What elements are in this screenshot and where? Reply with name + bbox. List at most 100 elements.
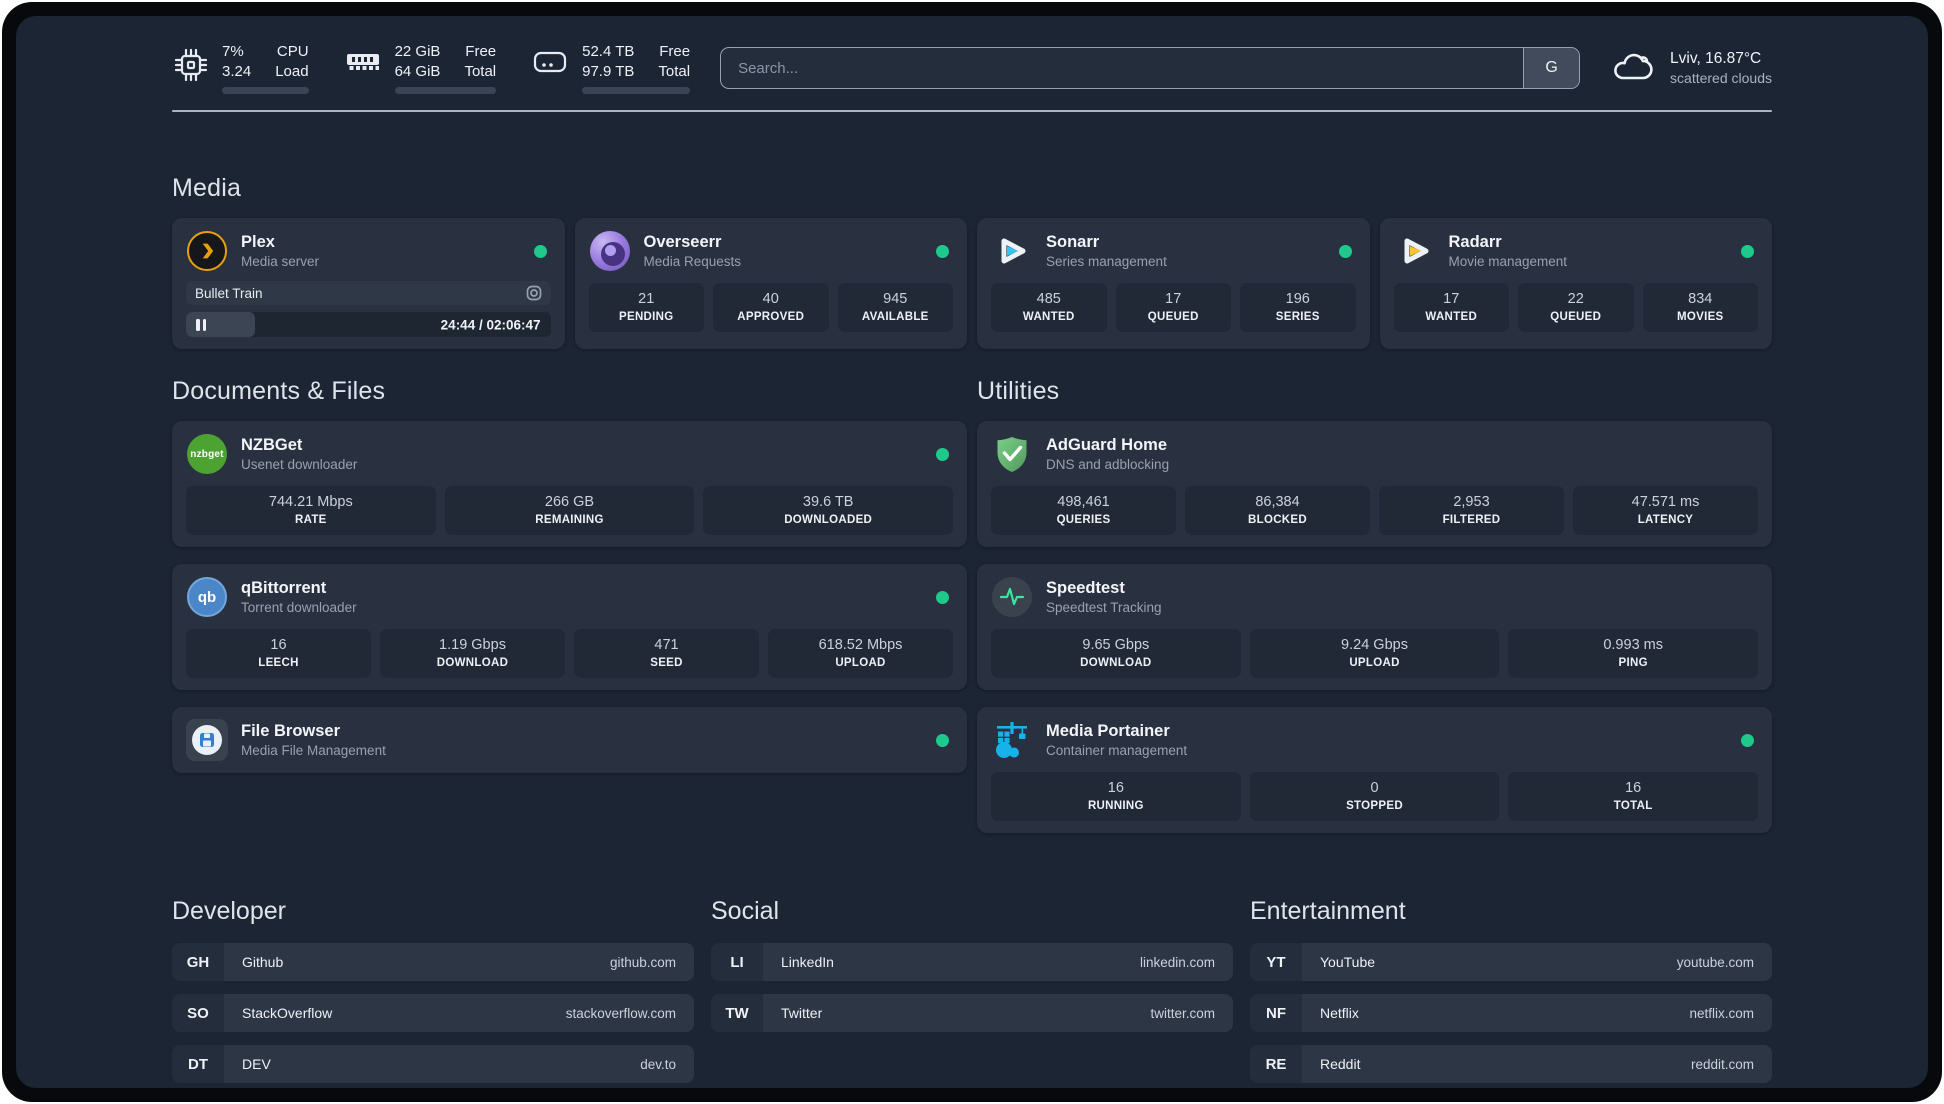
cloud-icon <box>1614 53 1653 80</box>
now-playing-title: Bullet Train <box>195 285 263 301</box>
status-online-dot <box>533 245 547 258</box>
service-title: NZBGet <box>241 436 303 454</box>
service-card-portainer[interactable]: Media Portainer Container management 16 R… <box>977 707 1772 833</box>
bookmark-name: Github <box>242 954 284 970</box>
stat-box: 945 AVAILABLE <box>837 283 953 332</box>
speedtest-icon <box>992 577 1032 617</box>
overseerr-icon <box>589 231 630 271</box>
service-title: Plex <box>241 233 275 251</box>
stat-box: 40 APPROVED <box>713 283 829 332</box>
service-subtitle: Media Requests <box>643 254 742 269</box>
bookmark-abbr: YT <box>1250 943 1302 981</box>
section-heading-utilities: Utilities <box>977 377 1060 405</box>
service-card-qbittorrent[interactable]: qb qBittorrent Torrent downloader 16 LEEC… <box>172 564 967 690</box>
service-card-adguard[interactable]: AdGuard Home DNS and adblocking 498,461 Q… <box>977 421 1772 547</box>
stat-box: 22 QUEUED <box>1518 283 1634 332</box>
status-online-dot <box>1338 245 1352 258</box>
bookmark-url: dev.to <box>640 1056 676 1072</box>
bookmark-group-heading: Social <box>711 897 780 925</box>
playback-time: 24:44 / 02:06:47 <box>440 317 541 332</box>
bookmark-group-heading: Entertainment <box>1250 897 1406 925</box>
radarr-icon <box>1404 238 1428 264</box>
service-subtitle: Container management <box>1046 743 1188 758</box>
cpu-load-label: Load <box>275 63 309 80</box>
bookmark-link-linkedin[interactable]: LI LinkedIn linkedin.com <box>711 943 1233 981</box>
disk-total-value: 97.9 TB <box>582 63 635 80</box>
service-card-speedtest[interactable]: Speedtest Speedtest Tracking 9.65 Gbps DO… <box>977 564 1772 690</box>
service-card-nzbget[interactable]: nzbget NZBGet Usenet downloader 744.21 M… <box>172 421 967 547</box>
bookmark-link-twitter[interactable]: TW Twitter twitter.com <box>711 994 1233 1032</box>
bookmark-name: LinkedIn <box>781 954 834 970</box>
status-online-dot <box>936 591 949 604</box>
stat-box: 471 SEED <box>574 629 759 678</box>
stat-box: 744.21 Mbps RATE <box>186 486 436 535</box>
memory-total-label: Total <box>464 63 497 80</box>
service-card-sonarr[interactable]: Sonarr Series management 485 WANTED 17 QUE… <box>977 218 1370 349</box>
service-card-filebrowser[interactable]: File Browser Media File Management <box>172 707 967 773</box>
memory-total-value: 64 GiB <box>394 63 441 80</box>
bookmark-name: YouTube <box>1320 954 1376 970</box>
stat-box: 1.19 Gbps DOWNLOAD <box>380 629 565 678</box>
bookmark-link-reddit[interactable]: RE Reddit reddit.com <box>1250 1045 1772 1083</box>
utilities-column: Utilities AdGuard Home DNS and adblockin… <box>977 377 1772 833</box>
service-title: qBittorrent <box>241 579 327 597</box>
stat-box: 86,384 BLOCKED <box>1185 486 1370 535</box>
bookmark-name: StackOverflow <box>242 1005 333 1021</box>
disk-icon <box>534 51 567 73</box>
system-metrics: 7% CPU 3.24 Load 22 GiB Free 64 GiB Tota… <box>172 42 691 94</box>
bookmark-link-github[interactable]: GH Github github.com <box>172 943 694 981</box>
service-card-plex[interactable]: Plex Media server Bullet Train 24:44 / 0… <box>172 218 565 349</box>
bookmark-url: stackoverflow.com <box>565 1005 676 1021</box>
stat-box: 0.993 ms PING <box>1508 629 1759 678</box>
bookmark-link-youtube[interactable]: YT YouTube youtube.com <box>1250 943 1772 981</box>
bookmark-name: Twitter <box>781 1005 823 1021</box>
bookmark-url: twitter.com <box>1150 1005 1215 1021</box>
bookmark-abbr: DT <box>172 1045 224 1083</box>
top-bar: 7% CPU 3.24 Load 22 GiB Free 64 GiB Tota… <box>172 40 1772 96</box>
bookmark-name: DEV <box>242 1056 271 1072</box>
status-online-dot <box>1741 245 1754 258</box>
service-card-overseerr[interactable]: Overseerr Media Requests 21 PENDING 40 APP… <box>574 218 967 349</box>
cpu-metric: 7% CPU 3.24 Load <box>172 42 309 94</box>
disk-free-value: 52.4 TB <box>582 43 635 60</box>
plex-now-playing: Bullet Train <box>186 281 551 305</box>
search-input[interactable] <box>721 48 1524 88</box>
stat-box: 16 RUNNING <box>991 772 1241 821</box>
bookmark-group-social: Social LI LinkedIn linkedin.com TW Twitte… <box>711 897 1233 1088</box>
disk-progress-bar <box>582 87 691 94</box>
stat-box: 39.6 TB DOWNLOADED <box>703 486 954 535</box>
search-provider-button[interactable]: G <box>1523 48 1580 88</box>
header-divider <box>172 110 1772 112</box>
service-subtitle: Speedtest Tracking <box>1046 600 1162 615</box>
bookmark-group-heading: Developer <box>172 897 286 925</box>
pause-icon <box>196 318 206 331</box>
stat-box: 17 WANTED <box>1393 283 1509 332</box>
service-subtitle: Series management <box>1046 254 1167 269</box>
stat-box: 834 MOVIES <box>1642 283 1758 332</box>
bookmark-link-stackoverflow[interactable]: SO StackOverflow stackoverflow.com <box>172 994 694 1032</box>
service-title: Radarr <box>1448 233 1502 251</box>
weather-widget: Lviv, 16.87°C scattered clouds <box>1610 49 1772 87</box>
weather-condition: scattered clouds <box>1670 70 1772 86</box>
disk-metric: 52.4 TB Free 97.9 TB Total <box>530 42 691 94</box>
stat-box: 17 QUEUED <box>1115 283 1231 332</box>
memory-metric: 22 GiB Free 64 GiB Total <box>343 42 497 94</box>
section-heading-documents: Documents & Files <box>172 377 386 405</box>
bookmark-url: netflix.com <box>1689 1005 1754 1021</box>
bookmark-url: reddit.com <box>1690 1056 1754 1072</box>
section-heading-media: Media <box>172 174 242 202</box>
memory-progress-bar <box>394 87 497 94</box>
service-title: Sonarr <box>1046 233 1100 251</box>
bookmark-link-dev[interactable]: DT DEV dev.to <box>172 1045 694 1083</box>
stat-box: 266 GB REMAINING <box>444 486 695 535</box>
disk-free-label: Free <box>659 43 691 60</box>
service-subtitle: Media server <box>241 254 320 269</box>
bookmark-link-netflix[interactable]: NF Netflix netflix.com <box>1250 994 1772 1032</box>
window-frame: 7% CPU 3.24 Load 22 GiB Free 64 GiB Tota… <box>2 2 1942 1102</box>
ram-icon <box>346 54 379 70</box>
stat-box: 196 SERIES <box>1240 283 1356 332</box>
service-card-radarr[interactable]: Radarr Movie management 17 WANTED 22 QUEUE… <box>1379 218 1772 349</box>
stat-box: 2,953 FILTERED <box>1379 486 1564 535</box>
service-subtitle: Usenet downloader <box>241 457 358 472</box>
stat-box: 21 PENDING <box>588 283 704 332</box>
